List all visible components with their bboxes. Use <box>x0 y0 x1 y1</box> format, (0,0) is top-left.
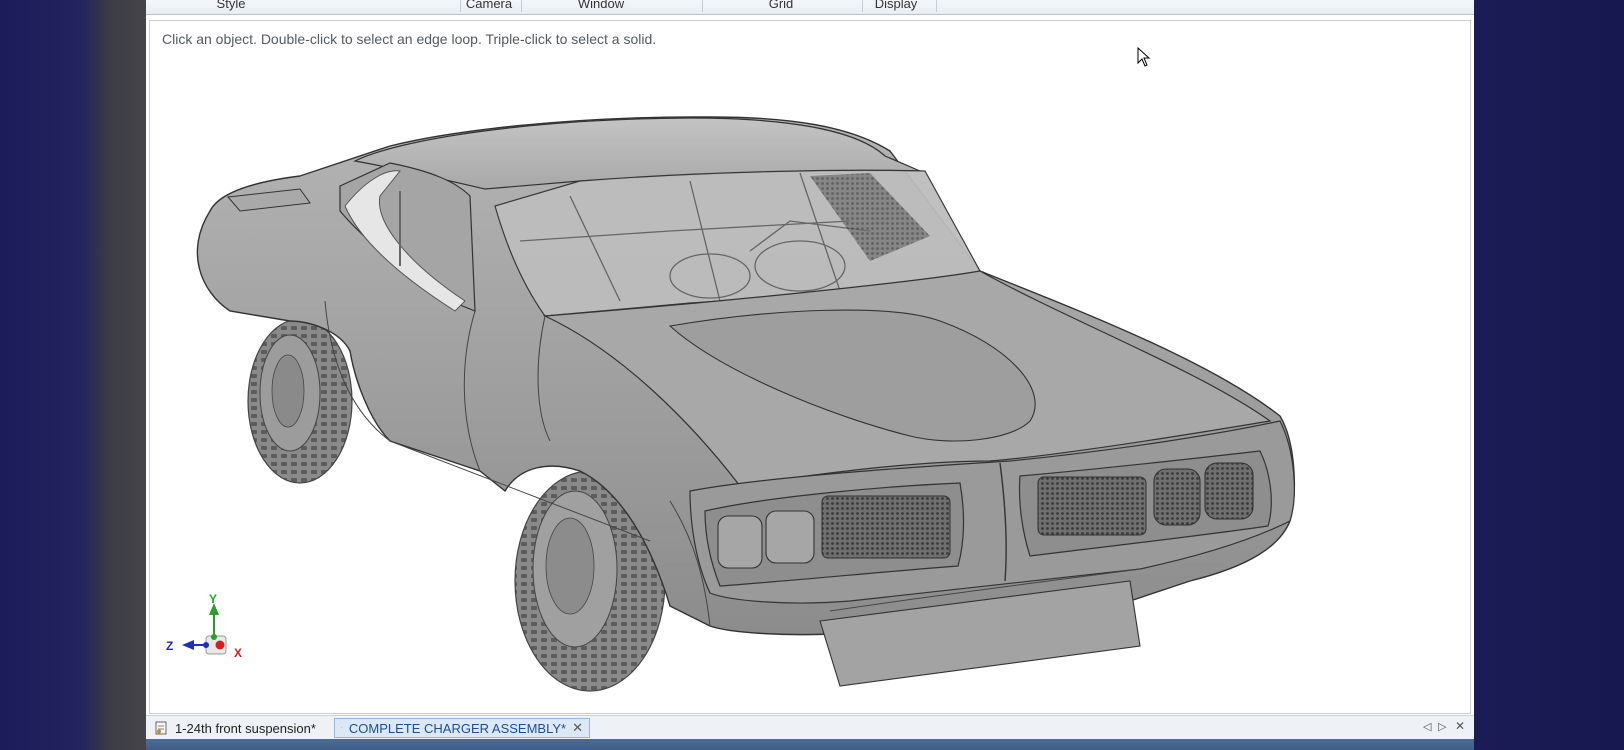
status-strip <box>146 739 1474 750</box>
tab-scroll-left-icon[interactable]: ◁ <box>1423 720 1431 733</box>
desktop-background-right <box>1474 0 1624 750</box>
document-icon <box>155 721 167 735</box>
tab-label: COMPLETE CHARGER ASSEMBLY* <box>348 720 567 736</box>
tab-label: 1-24th front suspension* <box>175 720 316 736</box>
document-tab-bar: 1-24th front suspension* COMPLETE CHARGE… <box>146 715 1474 740</box>
tab-front-suspension[interactable]: 1-24th front suspension* <box>148 718 328 738</box>
car-3d-model[interactable] <box>150 21 1470 713</box>
desktop-background-left <box>0 0 146 750</box>
ribbon-separator <box>702 0 703 12</box>
ribbon-separator <box>460 0 461 12</box>
tab-complete-charger-assembly[interactable]: COMPLETE CHARGER ASSEMBLY* ✕ <box>334 718 590 738</box>
ribbon-group-labels: Style Camera Window Grid Display <box>146 0 1474 15</box>
ribbon-group-camera[interactable]: Camera <box>464 0 514 11</box>
ribbon-group-display[interactable]: Display <box>866 0 926 11</box>
cad-application-window: Style Camera Window Grid Display Click a… <box>146 0 1474 750</box>
close-all-tabs-icon[interactable]: ✕ <box>1455 719 1465 733</box>
axis-z-label: Z <box>166 639 173 653</box>
mouse-cursor-icon <box>1137 47 1151 67</box>
3d-viewport[interactable]: Click an object. Double-click to select … <box>149 20 1471 714</box>
axis-x-label: X <box>234 646 242 660</box>
ribbon-separator <box>936 0 937 12</box>
ribbon-group-window[interactable]: Window <box>546 0 656 11</box>
tab-scroll-right-icon[interactable]: ▷ <box>1438 720 1446 733</box>
axis-triad: Y Z X <box>166 593 242 660</box>
ribbon-separator <box>521 0 522 12</box>
ribbon-group-grid[interactable]: Grid <box>736 0 826 11</box>
tab-close-icon[interactable]: ✕ <box>572 720 583 736</box>
ribbon-separator <box>862 0 863 12</box>
axis-y-label: Y <box>209 593 217 606</box>
ribbon-group-style[interactable]: Style <box>186 0 276 11</box>
document-icon <box>341 727 342 729</box>
rear-wheel <box>247 318 353 484</box>
